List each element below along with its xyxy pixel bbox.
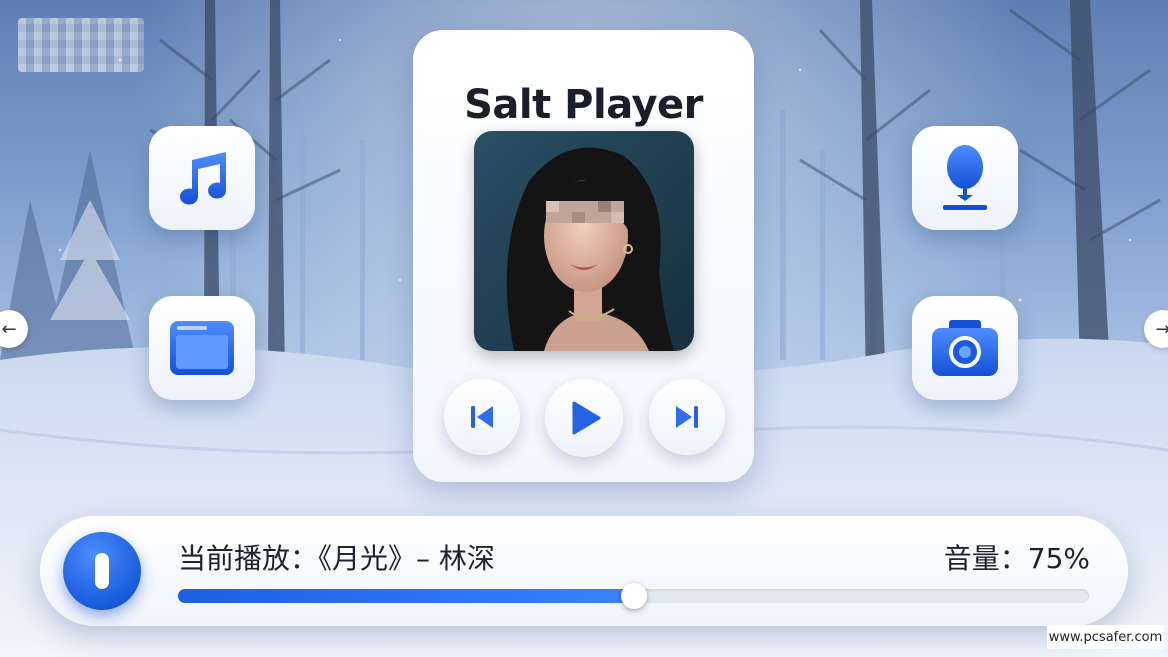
voice-button[interactable] — [912, 126, 1018, 230]
now-playing-text: 当前播放：《月光》– 林深 — [178, 542, 495, 575]
window-view-button[interactable] — [149, 296, 255, 400]
next-track-button[interactable] — [649, 379, 725, 455]
music-note-icon — [180, 152, 227, 205]
arrow-left-icon: ← — [1, 318, 17, 340]
volume-text: 音量：75% — [943, 542, 1090, 575]
microphone-icon — [943, 145, 987, 210]
pause-button[interactable] — [63, 532, 141, 610]
blurred-logo — [18, 18, 144, 72]
skip-previous-icon — [471, 406, 493, 428]
play-icon — [572, 401, 601, 435]
pause-icon — [95, 553, 109, 589]
camera-button[interactable] — [912, 296, 1018, 400]
previous-track-button[interactable] — [444, 379, 520, 455]
app-title: Salt Player — [464, 82, 703, 128]
skip-next-icon — [676, 406, 698, 428]
site-watermark: www.pcsafer.com — [1047, 625, 1164, 649]
progress-thumb[interactable] — [620, 583, 647, 609]
music-library-button[interactable] — [149, 126, 255, 230]
camera-icon — [932, 320, 998, 376]
progress-slider[interactable] — [178, 583, 1089, 609]
progress-fill — [178, 589, 634, 603]
album-cover — [474, 131, 694, 351]
window-icon — [170, 321, 234, 375]
arrow-right-icon: → — [1155, 318, 1168, 340]
play-button[interactable] — [545, 379, 623, 457]
